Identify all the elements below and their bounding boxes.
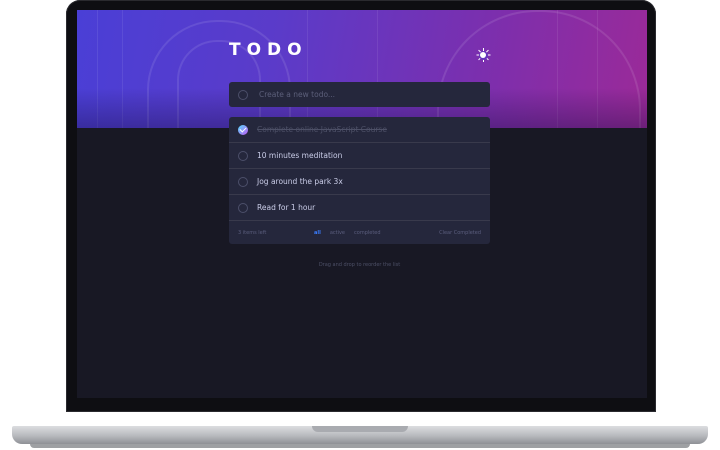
list-footer: 3 items left all active completed Clear …: [229, 221, 490, 244]
clear-completed-button[interactable]: Clear Completed: [439, 230, 481, 236]
filter-completed[interactable]: completed: [354, 230, 381, 236]
new-todo-circle-icon: [238, 89, 248, 100]
reorder-hint: Drag and drop to reorder the list: [318, 262, 401, 268]
todo-checkbox[interactable]: [238, 176, 248, 187]
check-icon: [239, 125, 247, 133]
app-title: TODO: [229, 40, 308, 60]
filter-active[interactable]: active: [330, 230, 345, 236]
filter-all[interactable]: all: [314, 230, 321, 236]
todo-item[interactable]: Complete online JavaScript Course: [229, 117, 490, 143]
todo-checkbox[interactable]: [238, 124, 248, 135]
laptop-shadow: [30, 444, 690, 448]
todo-checkbox[interactable]: [238, 150, 248, 161]
filter-tabs: all active completed: [314, 230, 381, 236]
todo-label: Read for 1 hour: [257, 203, 316, 212]
app-screen: TODO Complete online JavaScript Course 1…: [77, 10, 647, 398]
todo-item[interactable]: 10 minutes meditation: [229, 143, 490, 169]
items-left-count: 3 items left: [238, 229, 267, 236]
todo-label: Jog around the park 3x: [257, 177, 343, 186]
new-todo-input[interactable]: [257, 89, 481, 100]
sun-icon: [476, 48, 490, 62]
todo-item[interactable]: Jog around the park 3x: [229, 169, 490, 195]
todo-label: 10 minutes meditation: [257, 151, 343, 160]
todo-label: Complete online JavaScript Course: [257, 125, 387, 134]
new-todo-bar: [229, 82, 490, 107]
todo-checkbox[interactable]: [238, 202, 248, 213]
todo-item[interactable]: Read for 1 hour: [229, 195, 490, 221]
laptop-notch: [312, 426, 408, 432]
header-banner: [77, 10, 647, 128]
todo-list: Complete online JavaScript Course 10 min…: [229, 117, 490, 244]
theme-toggle-button[interactable]: [474, 46, 492, 64]
